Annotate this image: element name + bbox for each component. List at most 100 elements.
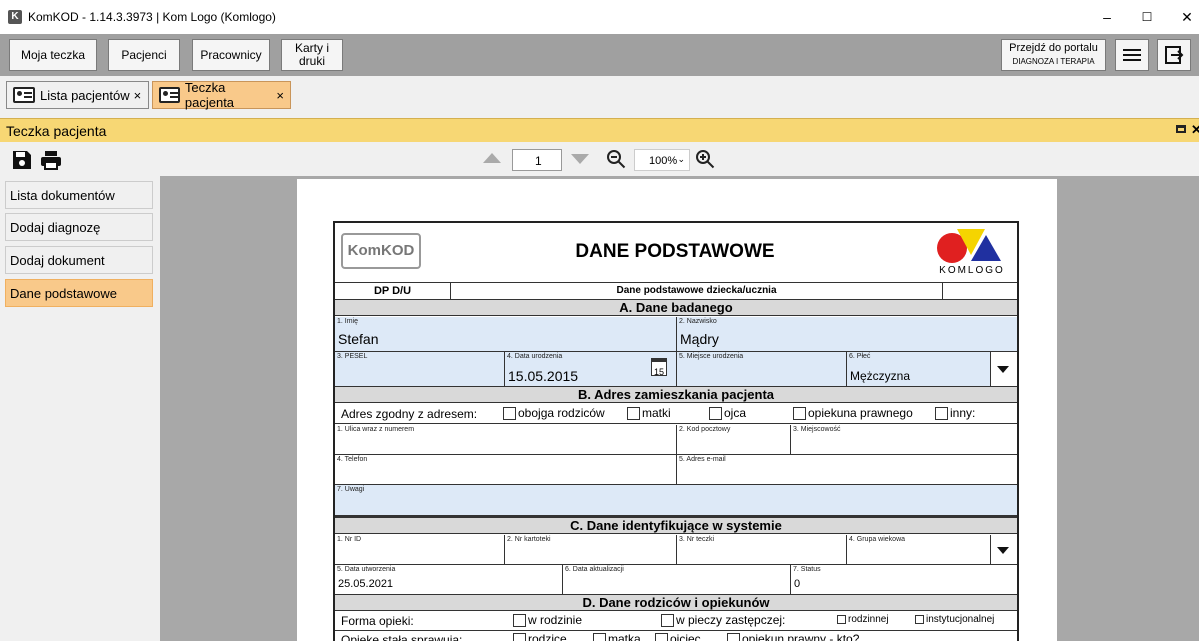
sidebar-item-add-diagnosis[interactable]: Dodaj diagnozę xyxy=(5,213,153,241)
address-both-parents-checkbox[interactable]: obojga rodziców xyxy=(503,406,605,421)
birth-place-field[interactable]: 5. Miejsce urodzenia xyxy=(677,352,847,387)
zoom-out-icon[interactable] xyxy=(606,149,626,169)
phone-label: 4. Telefon xyxy=(337,456,368,463)
tab-patient-list[interactable]: Lista pacjentów × xyxy=(6,81,149,109)
maximize-panel-icon[interactable] xyxy=(1176,125,1186,133)
portal-button[interactable]: Przejdź do portalu DIAGNOZA I TERAPIA xyxy=(1001,39,1106,71)
address-mother-checkbox[interactable]: matki xyxy=(627,406,671,421)
notes-field[interactable]: 7. Uwagi xyxy=(335,485,1017,516)
sex-dropdown-button[interactable] xyxy=(991,352,1017,387)
updated-date-field[interactable]: 6. Data aktualizacji xyxy=(563,565,791,595)
cards-label-2: druki xyxy=(298,54,325,68)
care-by-row: Opiekę stałą sprawują: rodzice matka ojc… xyxy=(335,632,1017,641)
logout-icon xyxy=(1165,46,1184,64)
phone-field[interactable]: 4. Telefon xyxy=(335,455,677,485)
notes-label: 7. Uwagi xyxy=(337,486,365,493)
hamburger-icon xyxy=(1123,49,1141,51)
id-field[interactable]: 1. Nr ID xyxy=(335,535,505,565)
sidebar-item-basic-data[interactable]: Dane podstawowe xyxy=(5,279,153,307)
logout-button[interactable] xyxy=(1157,39,1191,71)
zoom-select[interactable]: 100% ⌄ xyxy=(634,149,690,171)
email-field[interactable]: 5. Adres e-mail xyxy=(677,455,1017,485)
care-by-guardian-checkbox[interactable]: opiekun prawny - kto? xyxy=(727,632,859,641)
minimize-button[interactable]: – xyxy=(1092,6,1122,28)
form-code: DP D/U xyxy=(335,283,451,300)
address-father-checkbox[interactable]: ojca xyxy=(709,406,746,421)
created-date-field[interactable]: 5. Data utworzenia 25.05.2021 xyxy=(335,565,563,595)
zip-label: 2. Kod pocztowy xyxy=(679,426,731,433)
next-page-icon[interactable] xyxy=(571,154,589,164)
tabs-bar: Lista pacjentów × Teczka pacjenta × xyxy=(0,76,1199,116)
section-c-header: C. Dane identyfikujące w systemie xyxy=(335,518,1017,534)
card-number-label: 2. Nr kartoteki xyxy=(507,536,551,543)
last-name-field[interactable]: 2. Nazwisko Mądry xyxy=(677,317,1017,352)
care-foster-checkbox[interactable]: w pieczy zastępczej: xyxy=(661,613,785,628)
status-field[interactable]: 7. Status 0 xyxy=(791,565,1017,595)
care-by-father-checkbox[interactable]: ojciec xyxy=(655,632,701,641)
menu-button[interactable] xyxy=(1115,39,1149,71)
address-match-row: Adres zgodny z adresem: obojga rodziców … xyxy=(335,406,1017,424)
basic-data-form: KomKOD DANE PODSTAWOWE KOMLOGO DP D/U Da… xyxy=(333,221,1019,641)
patients-button[interactable]: Pacjenci xyxy=(108,39,180,71)
tab-close-icon[interactable]: × xyxy=(134,88,142,103)
komkod-logo: KomKOD xyxy=(341,233,421,269)
care-form-row: Forma opieki: w rodzinie w pieczy zastęp… xyxy=(335,613,1017,631)
pesel-field[interactable]: 3. PESEL xyxy=(335,352,505,387)
my-folder-button[interactable]: Moja teczka xyxy=(9,39,97,71)
id-card-icon xyxy=(13,87,35,103)
panel-header: Teczka pacjenta ✕ xyxy=(0,118,1199,142)
close-window-button[interactable]: ✕ xyxy=(1172,6,1199,28)
age-group-select[interactable]: 4. Grupa wiekowa xyxy=(847,535,991,565)
first-name-field[interactable]: 1. Imię Stefan xyxy=(335,317,677,352)
card-number-field[interactable]: 2. Nr kartoteki xyxy=(505,535,677,565)
address-other-checkbox[interactable]: inny: xyxy=(935,406,975,421)
status-value: 0 xyxy=(794,578,801,590)
sidebar-item-add-document[interactable]: Dodaj dokument xyxy=(5,246,153,274)
care-by-label: Opiekę stałą sprawują: xyxy=(341,633,463,641)
created-date-value: 25.05.2021 xyxy=(338,578,394,590)
care-foster-family-checkbox[interactable]: rodzinnej xyxy=(837,614,889,625)
prev-page-icon[interactable] xyxy=(483,153,501,163)
care-foster-institution-checkbox[interactable]: instytucjonalnej xyxy=(915,614,994,625)
close-panel-icon[interactable]: ✕ xyxy=(1191,122,1199,138)
tab-patient-list-label: Lista pacjentów xyxy=(40,87,130,103)
birth-date-field[interactable]: 4. Data urodzenia 15.05.2015 15 xyxy=(505,352,677,387)
birth-date-label: 4. Data urodzenia xyxy=(507,353,563,360)
address-match-label: Adres zgodny z adresem: xyxy=(341,407,478,421)
form-title: DANE PODSTAWOWE xyxy=(575,241,775,262)
cards-button[interactable]: Karty i druki xyxy=(281,39,343,71)
first-name-value: Stefan xyxy=(338,331,379,347)
zip-field[interactable]: 2. Kod pocztowy xyxy=(677,425,791,455)
tab-close-icon[interactable]: × xyxy=(276,88,284,103)
care-family-checkbox[interactable]: w rodzinie xyxy=(513,613,582,628)
id-card-icon xyxy=(159,87,180,103)
tab-patient-folder[interactable]: Teczka pacjenta × xyxy=(152,80,291,110)
komlogo-logo: KOMLOGO xyxy=(931,227,1013,279)
status-label: 7. Status xyxy=(793,566,821,573)
city-field[interactable]: 3. Miejscowość xyxy=(791,425,1017,455)
viewer-toolbar: 1 100% ⌄ xyxy=(160,142,1199,176)
calendar-icon[interactable]: 15 xyxy=(651,358,667,377)
panel-title: Teczka pacjenta xyxy=(6,123,107,139)
maximize-button[interactable]: ☐ xyxy=(1132,6,1162,28)
folder-number-field[interactable]: 3. Nr teczki xyxy=(677,535,847,565)
sex-select[interactable]: 6. Płeć Mężczyzna xyxy=(847,352,991,387)
print-icon[interactable] xyxy=(40,150,62,170)
zoom-in-icon[interactable] xyxy=(695,149,715,169)
page-number-input[interactable]: 1 xyxy=(512,149,562,171)
address-guardian-checkbox[interactable]: opiekuna prawnego xyxy=(793,406,913,421)
created-date-label: 5. Data utworzenia xyxy=(337,566,396,573)
tab-patient-folder-label: Teczka pacjenta xyxy=(184,80,235,110)
care-by-parents-checkbox[interactable]: rodzice xyxy=(513,632,567,641)
care-by-mother-checkbox[interactable]: matka xyxy=(593,632,641,641)
sidebar-item-document-list[interactable]: Lista dokumentów xyxy=(5,181,153,209)
age-group-dropdown-button[interactable] xyxy=(991,535,1017,565)
city-label: 3. Miejscowość xyxy=(793,426,841,433)
street-field[interactable]: 1. Ulica wraz z numerem xyxy=(335,425,677,455)
save-icon[interactable] xyxy=(12,150,32,170)
window-title: KomKOD - 1.14.3.3973 | Kom Logo (Komlogo… xyxy=(28,10,276,24)
email-label: 5. Adres e-mail xyxy=(679,456,726,463)
caret-down-icon xyxy=(997,547,1009,554)
zoom-value: 100% xyxy=(649,155,678,167)
staff-button[interactable]: Pracownicy xyxy=(192,39,270,71)
